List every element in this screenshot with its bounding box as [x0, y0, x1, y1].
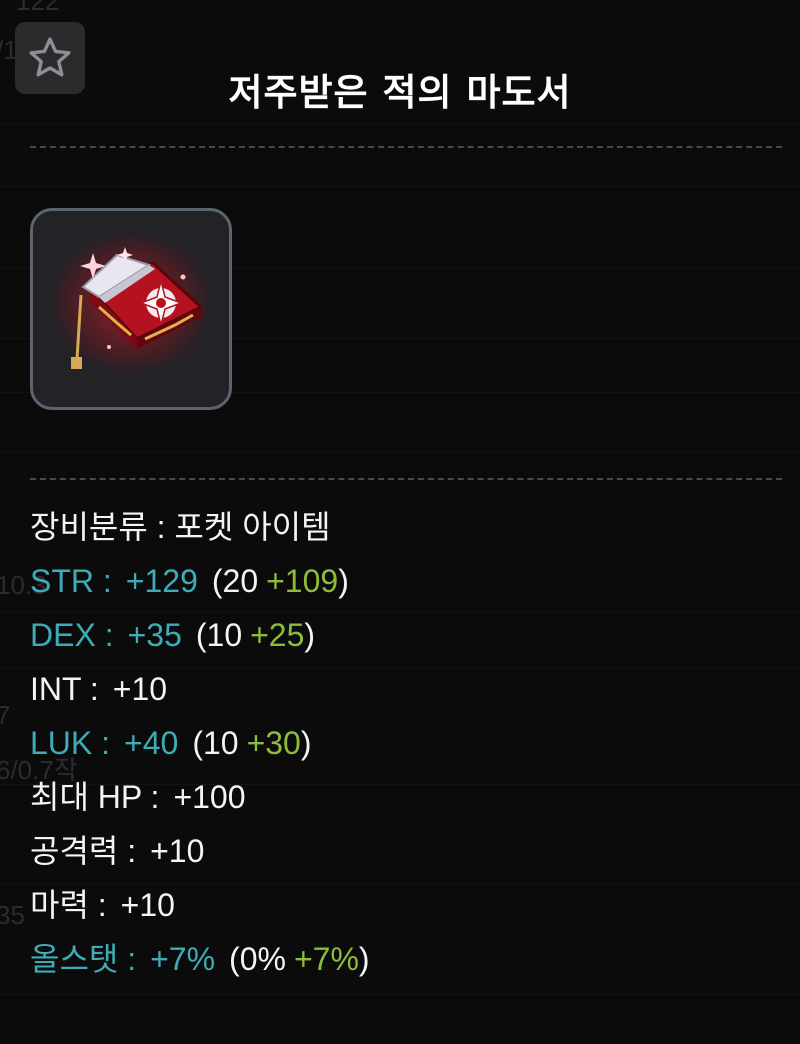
- stat-dex: DEX : +35 (10 +25): [30, 608, 370, 662]
- stat-total: +100: [173, 779, 246, 815]
- stat-total: +10: [112, 671, 168, 707]
- stat-paren-open: (: [229, 941, 240, 977]
- background-line: [0, 452, 800, 453]
- stat-bonus: +25: [250, 617, 305, 653]
- background-line: [0, 186, 800, 187]
- stat-paren-close: ): [338, 563, 349, 599]
- stat-paren-open: (: [211, 563, 223, 599]
- stat-label: 장비분류 : 포켓 아이템: [30, 509, 331, 545]
- stat-label: 공격력 :: [30, 833, 137, 869]
- stat-equipment-category: 장비분류 : 포켓 아이템: [30, 500, 370, 554]
- stat-total: +7%: [150, 941, 216, 977]
- background-line: [0, 124, 800, 125]
- stat-total: +10: [120, 887, 175, 923]
- stat-int: INT : +10: [30, 662, 370, 716]
- red-spellbook-icon: [49, 231, 213, 375]
- stat-label: STR :: [30, 563, 112, 599]
- stat-bonus: +7%: [293, 941, 359, 977]
- stat-max-hp: 최대 HP : +100: [30, 770, 370, 824]
- stat-total: +10: [150, 833, 205, 869]
- stat-label: LUK :: [30, 725, 111, 761]
- stat-paren-open: (: [195, 617, 207, 653]
- stat-base: 0%: [239, 941, 286, 977]
- stat-luk: LUK : +40 (10 +30): [30, 716, 370, 770]
- stat-attack: 공격력 : +10: [30, 824, 370, 878]
- stat-magic: 마력 : +10: [30, 878, 370, 932]
- item-icon-frame: [30, 208, 232, 410]
- stat-label: 올스탯 :: [30, 941, 137, 977]
- stat-total: +129: [125, 563, 198, 599]
- stat-total: +40: [124, 725, 179, 761]
- stat-label: 최대 HP :: [30, 779, 160, 815]
- stat-paren-close: ): [300, 725, 312, 761]
- stat-label: 마력 :: [30, 887, 107, 923]
- stat-base: 10: [206, 617, 243, 653]
- stat-str: STR : +129 (20 +109): [30, 554, 370, 608]
- stat-paren-close: ): [304, 617, 316, 653]
- middle-divider: [30, 478, 782, 480]
- stat-bonus: +109: [266, 563, 339, 599]
- stat-paren-open: (: [192, 725, 203, 761]
- stat-label: INT :: [30, 671, 99, 707]
- top-divider: [30, 146, 782, 148]
- background-text: 7: [0, 700, 11, 730]
- background-text: 122: [16, 0, 60, 16]
- background-text: 35: [0, 900, 25, 930]
- stat-bonus: +30: [246, 725, 301, 761]
- stat-label: DEX :: [30, 617, 114, 653]
- stat-total: +35: [127, 617, 182, 653]
- item-title: 저주받은 적의 마도서: [228, 71, 572, 114]
- background-line: [0, 994, 800, 995]
- stat-base: 20: [222, 563, 259, 599]
- item-stats: 장비분류 : 포켓 아이템 STR : +129 (20 +109) DEX : +35…: [30, 500, 370, 986]
- stat-base: 10: [202, 725, 239, 761]
- stat-paren-close: ): [358, 941, 370, 977]
- stat-all-stat: 올스탯 : +7% (0% +7%): [30, 932, 370, 986]
